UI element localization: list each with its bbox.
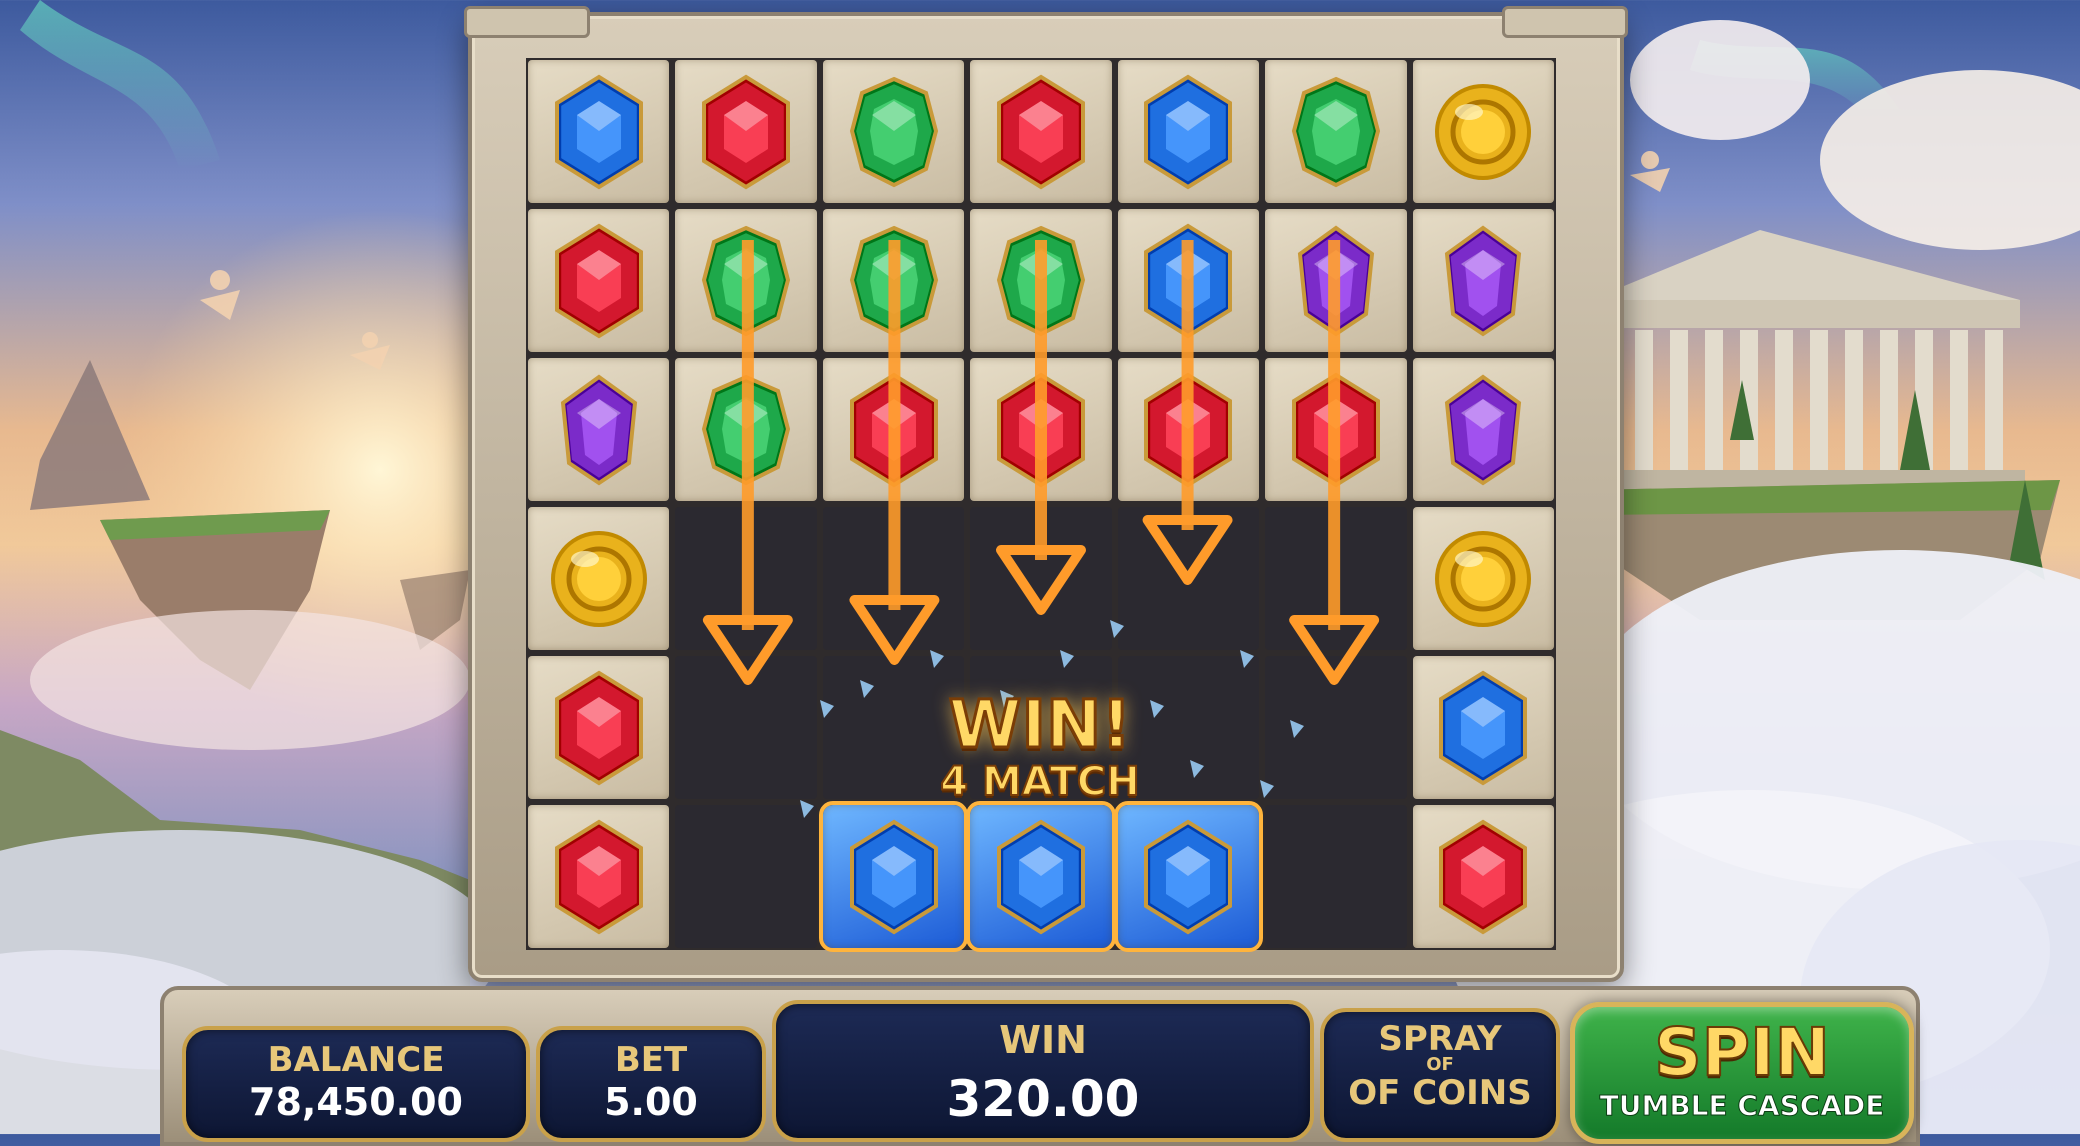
frame-cap-right [1502, 6, 1628, 38]
grid-cell-red-gem [528, 209, 670, 352]
balance-value: 78,450.00 [249, 1080, 463, 1124]
grid-cell-green-gem [675, 209, 817, 352]
grid-cell-empty [675, 805, 817, 948]
blue-gem-icon [1144, 74, 1233, 189]
gold-coin-icon [1435, 530, 1532, 627]
grid-cell-red-gem [1265, 358, 1407, 501]
green-gem-icon [702, 225, 791, 336]
red-gem-icon [554, 670, 643, 785]
grid-cell-red-gem [822, 358, 965, 501]
grid-cell-blue-gem [1412, 656, 1554, 799]
grid-cell-empty [1117, 507, 1260, 650]
grid-cell-purple-gem [528, 358, 670, 501]
grid-cell-red-gem [970, 358, 1112, 501]
blue-gem-icon [996, 819, 1085, 934]
win-banner-title: WIN! [947, 686, 1133, 763]
red-gem-icon [1144, 372, 1233, 487]
grid-cell-empty [1265, 805, 1407, 948]
grid-cell-green-gem [1265, 60, 1407, 203]
grid-cell-red-gem [528, 805, 670, 948]
purple-gem-icon [560, 374, 637, 485]
red-gem-icon [702, 74, 791, 189]
grid-cell-red-gem [675, 60, 817, 203]
grid-cell-blue-gem [1117, 209, 1260, 352]
grid-cell-green-gem [822, 60, 965, 203]
blue-gem-icon [1439, 670, 1528, 785]
purple-gem-icon [1297, 225, 1374, 336]
grid-cell-blue-gem [818, 801, 969, 952]
win-label: WIN [999, 1018, 1087, 1062]
grid-cell-blue-gem [966, 801, 1116, 952]
gold-coin-icon [1435, 83, 1532, 180]
purple-gem-icon [1445, 374, 1522, 485]
grid-cell-empty [1265, 656, 1407, 799]
green-gem-icon [996, 225, 1086, 336]
spray-label-line1: SPRAY [1378, 1019, 1502, 1059]
bet-label: BET [614, 1040, 688, 1080]
spin-sublabel: TUMBLE CASCADE [1599, 1089, 1885, 1123]
grid-cell-green-gem [675, 358, 817, 501]
balance-label: BALANCE [267, 1040, 445, 1080]
red-gem-icon [849, 372, 938, 487]
win-banner-subtitle: 4 MATCH [939, 759, 1141, 805]
green-gem-icon [702, 374, 791, 485]
red-gem-icon [1291, 372, 1380, 487]
grid-cell-green-gem [822, 209, 965, 352]
green-gem-icon [849, 225, 938, 336]
spin-button[interactable]: SPIN TUMBLE CASCADE [1570, 1002, 1914, 1144]
win-panel: WIN 320.00 [772, 1000, 1314, 1142]
green-gem-icon [849, 76, 938, 187]
bet-value: 5.00 [604, 1080, 698, 1124]
red-gem-icon [996, 74, 1085, 189]
balance-panel: BALANCE 78,450.00 [182, 1026, 530, 1142]
grid-cell-empty [675, 507, 817, 650]
grid-cell-red-gem [528, 656, 670, 799]
spin-label: SPIN [1653, 1014, 1831, 1091]
grid-cell-empty [822, 507, 965, 650]
frame-cap-left [464, 6, 590, 38]
grid-cell-purple-gem [1265, 209, 1407, 352]
red-gem-icon [1439, 819, 1528, 934]
grid-cell-empty [970, 507, 1112, 650]
red-gem-icon [554, 223, 643, 338]
grid-cell-blue-gem [528, 60, 670, 203]
red-gem-icon [554, 819, 643, 934]
blue-gem-icon [554, 74, 643, 189]
spray-label-line3: OF COINS [1348, 1073, 1532, 1113]
bet-panel[interactable]: BET 5.00 [536, 1026, 766, 1142]
gem-grid [526, 58, 1556, 952]
spray-label-line2: OF [1426, 1054, 1454, 1075]
grid-cell-blue-gem [1113, 801, 1264, 952]
grid-cell-green-gem [970, 209, 1112, 352]
grid-cell-coin-gem [1412, 507, 1554, 650]
green-gem-icon [1291, 76, 1380, 187]
blue-gem-icon [849, 819, 938, 934]
grid-cell-blue-gem [1117, 60, 1260, 203]
grid-cell-purple-gem [1412, 209, 1554, 352]
grid-cell-coin-gem [528, 507, 670, 650]
purple-gem-icon [1445, 225, 1522, 336]
gold-coin-icon [550, 530, 647, 627]
grid-cell-red-gem [1412, 805, 1554, 948]
blue-gem-icon [1144, 819, 1233, 934]
grid-cell-red-gem [970, 60, 1112, 203]
spray-of-coins-button[interactable]: SPRAY OF OF COINS [1320, 1008, 1560, 1142]
blue-gem-icon [1144, 223, 1233, 338]
win-value: 320.00 [946, 1070, 1140, 1128]
grid-cell-empty [1265, 507, 1407, 650]
grid-cell-purple-gem [1412, 358, 1554, 501]
grid-cell-empty [675, 656, 817, 799]
red-gem-icon [996, 372, 1085, 487]
grid-cell-red-gem [1117, 358, 1260, 501]
win-banner: WIN! 4 MATCH [930, 686, 1150, 805]
grid-cell-coin-gem [1412, 60, 1554, 203]
